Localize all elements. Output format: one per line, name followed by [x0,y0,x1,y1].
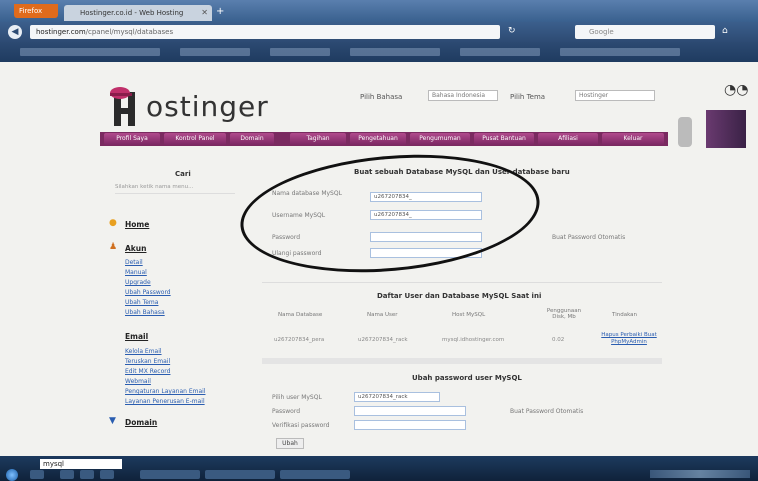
eyes-icon: ◔◔ [724,82,749,98]
taskbar-app-icon[interactable] [30,470,44,479]
theme-label: Pilih Tema [510,93,546,101]
verify-password-label: Verifikasi password [272,422,330,429]
url-domain: hostinger.com [36,28,86,36]
taskbar-window[interactable] [205,470,275,479]
sidebar-link-edit-mx[interactable]: Edit MX Record [125,368,170,375]
bookmark-item[interactable] [460,48,540,56]
table-scrollbar[interactable] [262,358,662,364]
sidebar-link-layanan-penerusan[interactable]: Layanan Penerusan E-mail [125,398,205,405]
decoration-figure [678,117,692,147]
os-taskbar: mysql [0,456,758,481]
user-icon: ♟ [109,242,118,252]
main-menu: Profil Saya Kontrol Panel Domain Tagihan… [100,132,668,146]
table-header: Host MySQL [452,312,486,318]
bookmark-item[interactable] [270,48,330,56]
language-select[interactable]: Bahasa Indonesia [428,90,498,101]
select-user-label: Pilih user MySQL [272,394,322,401]
url-path: /cpanel/mysql/databases [85,28,174,36]
language-label: Pilih Bahasa [360,93,403,101]
sidebar-domain[interactable]: Domain [125,418,157,427]
bookmark-item[interactable] [350,48,440,56]
logo-h-icon [110,87,135,126]
generate-password-link-2[interactable]: Buat Password Otomatis [510,408,583,415]
close-icon[interactable]: ✕ [201,5,208,21]
search-title: Cari [175,170,191,178]
browser-titlebar: Firefox Hostinger.co.id - Web Hosting ✕ … [0,0,758,22]
menu-pengetahuan[interactable]: Pengetahuan [350,133,406,145]
theme-select[interactable]: Hostinger [575,90,655,101]
bookmark-item[interactable] [20,48,160,56]
bookmark-item[interactable] [560,48,680,56]
generate-password-link[interactable]: Buat Password Otomatis [552,234,625,241]
home-icon[interactable]: ⌂ [722,26,728,36]
table-cell: mysql.idhostinger.com [442,337,505,343]
sidebar-search-input[interactable]: Silahkan ketik nama menu... [115,184,235,194]
menu-kontrol-panel[interactable]: Kontrol Panel [164,133,226,145]
sidebar-link-manual[interactable]: Manual [125,269,147,276]
tab-title: Hostinger.co.id - Web Hosting [80,9,184,17]
sidebar-link-teruskan-email[interactable]: Teruskan Email [125,358,170,365]
taskbar-app-icon[interactable] [60,470,74,479]
new-tab-icon[interactable]: + [216,6,224,17]
taskbar-app-icon[interactable] [100,470,114,479]
menu-afiliasi[interactable]: Afiliasi [538,133,598,145]
select-user-dropdown[interactable]: u267207834_rack [354,392,440,402]
sidebar-link-ubah-password[interactable]: Ubah Password [125,289,171,296]
menu-pusat-bantuan[interactable]: Pusat Bantuan [474,133,534,145]
verify-password-input[interactable] [354,420,466,430]
decoration-banner [706,110,746,148]
taskbar-window[interactable] [140,470,200,479]
new-password-input[interactable] [354,406,466,416]
hand-drawn-circle [235,143,545,284]
divider [262,282,662,283]
domain-icon: ▼ [109,416,116,426]
url-bar[interactable]: hostinger.com/cpanel/mysql/databases [30,25,500,39]
search-bar[interactable]: Google [575,25,715,39]
menu-keluar[interactable]: Keluar [602,133,664,145]
home-icon: ● [109,218,117,228]
menu-domain[interactable]: Domain [230,133,274,145]
logo-text: ostinger [146,90,269,123]
table-header: Nama Database [278,312,323,318]
reload-icon[interactable]: ↻ [508,26,516,36]
table-header: Nama User [367,312,398,318]
new-password-label: Password [272,408,301,415]
sidebar-akun[interactable]: Akun [125,244,146,253]
sidebar-home[interactable]: Home [125,220,149,229]
table-cell: 0.02 [552,337,565,343]
menu-profil-saya[interactable]: Profil Saya [104,133,160,145]
taskbar-app-icon[interactable] [80,470,94,479]
system-tray[interactable] [650,470,750,478]
web-page: ostinger Pilih Bahasa Bahasa Indonesia P… [0,62,758,456]
table-cell: u267207834_rack [358,337,408,343]
menu-tagihan[interactable]: Tagihan [290,133,346,145]
browser-tab[interactable]: Hostinger.co.id - Web Hosting ✕ [64,5,212,21]
sidebar-link-pengaturan-email[interactable]: Pengaturan Layanan Email [125,388,205,395]
taskbar-search-input[interactable]: mysql [40,459,122,469]
table-action-links[interactable]: Hapus Perbaiki Buat PhpMyAdmin [598,332,660,346]
sidebar-link-ubah-bahasa[interactable]: Ubah Bahasa [125,309,165,316]
sidebar-link-webmail[interactable]: Webmail [125,378,151,385]
bookmarks-bar [0,42,758,62]
start-icon[interactable] [6,469,18,481]
change-form-title: Ubah password user MySQL [412,374,522,382]
menu-pengumuman[interactable]: Pengumuman [410,133,470,145]
table-header: Tindakan [612,312,638,318]
browser-navbar: ◀ hostinger.com/cpanel/mysql/databases ↻… [0,22,758,42]
sidebar-link-ubah-tema[interactable]: Ubah Tema [125,299,158,306]
sidebar-link-upgrade[interactable]: Upgrade [125,279,151,286]
change-password-button[interactable]: Ubah [276,438,304,449]
back-icon[interactable]: ◀ [8,25,22,39]
sidebar-link-kelola-email[interactable]: Kelola Email [125,348,162,355]
taskbar-window[interactable] [280,470,350,479]
table-cell: u267207834_pera [274,337,325,343]
firefox-menu-button[interactable]: Firefox [14,4,58,18]
sidebar-link-detail[interactable]: Detail [125,259,143,266]
list-table-title: Daftar User dan Database MySQL Saat ini [377,292,542,300]
table-header: Penggunaan Disk, Mb [546,308,582,320]
sidebar-email[interactable]: Email [125,332,148,341]
bookmark-item[interactable] [180,48,250,56]
